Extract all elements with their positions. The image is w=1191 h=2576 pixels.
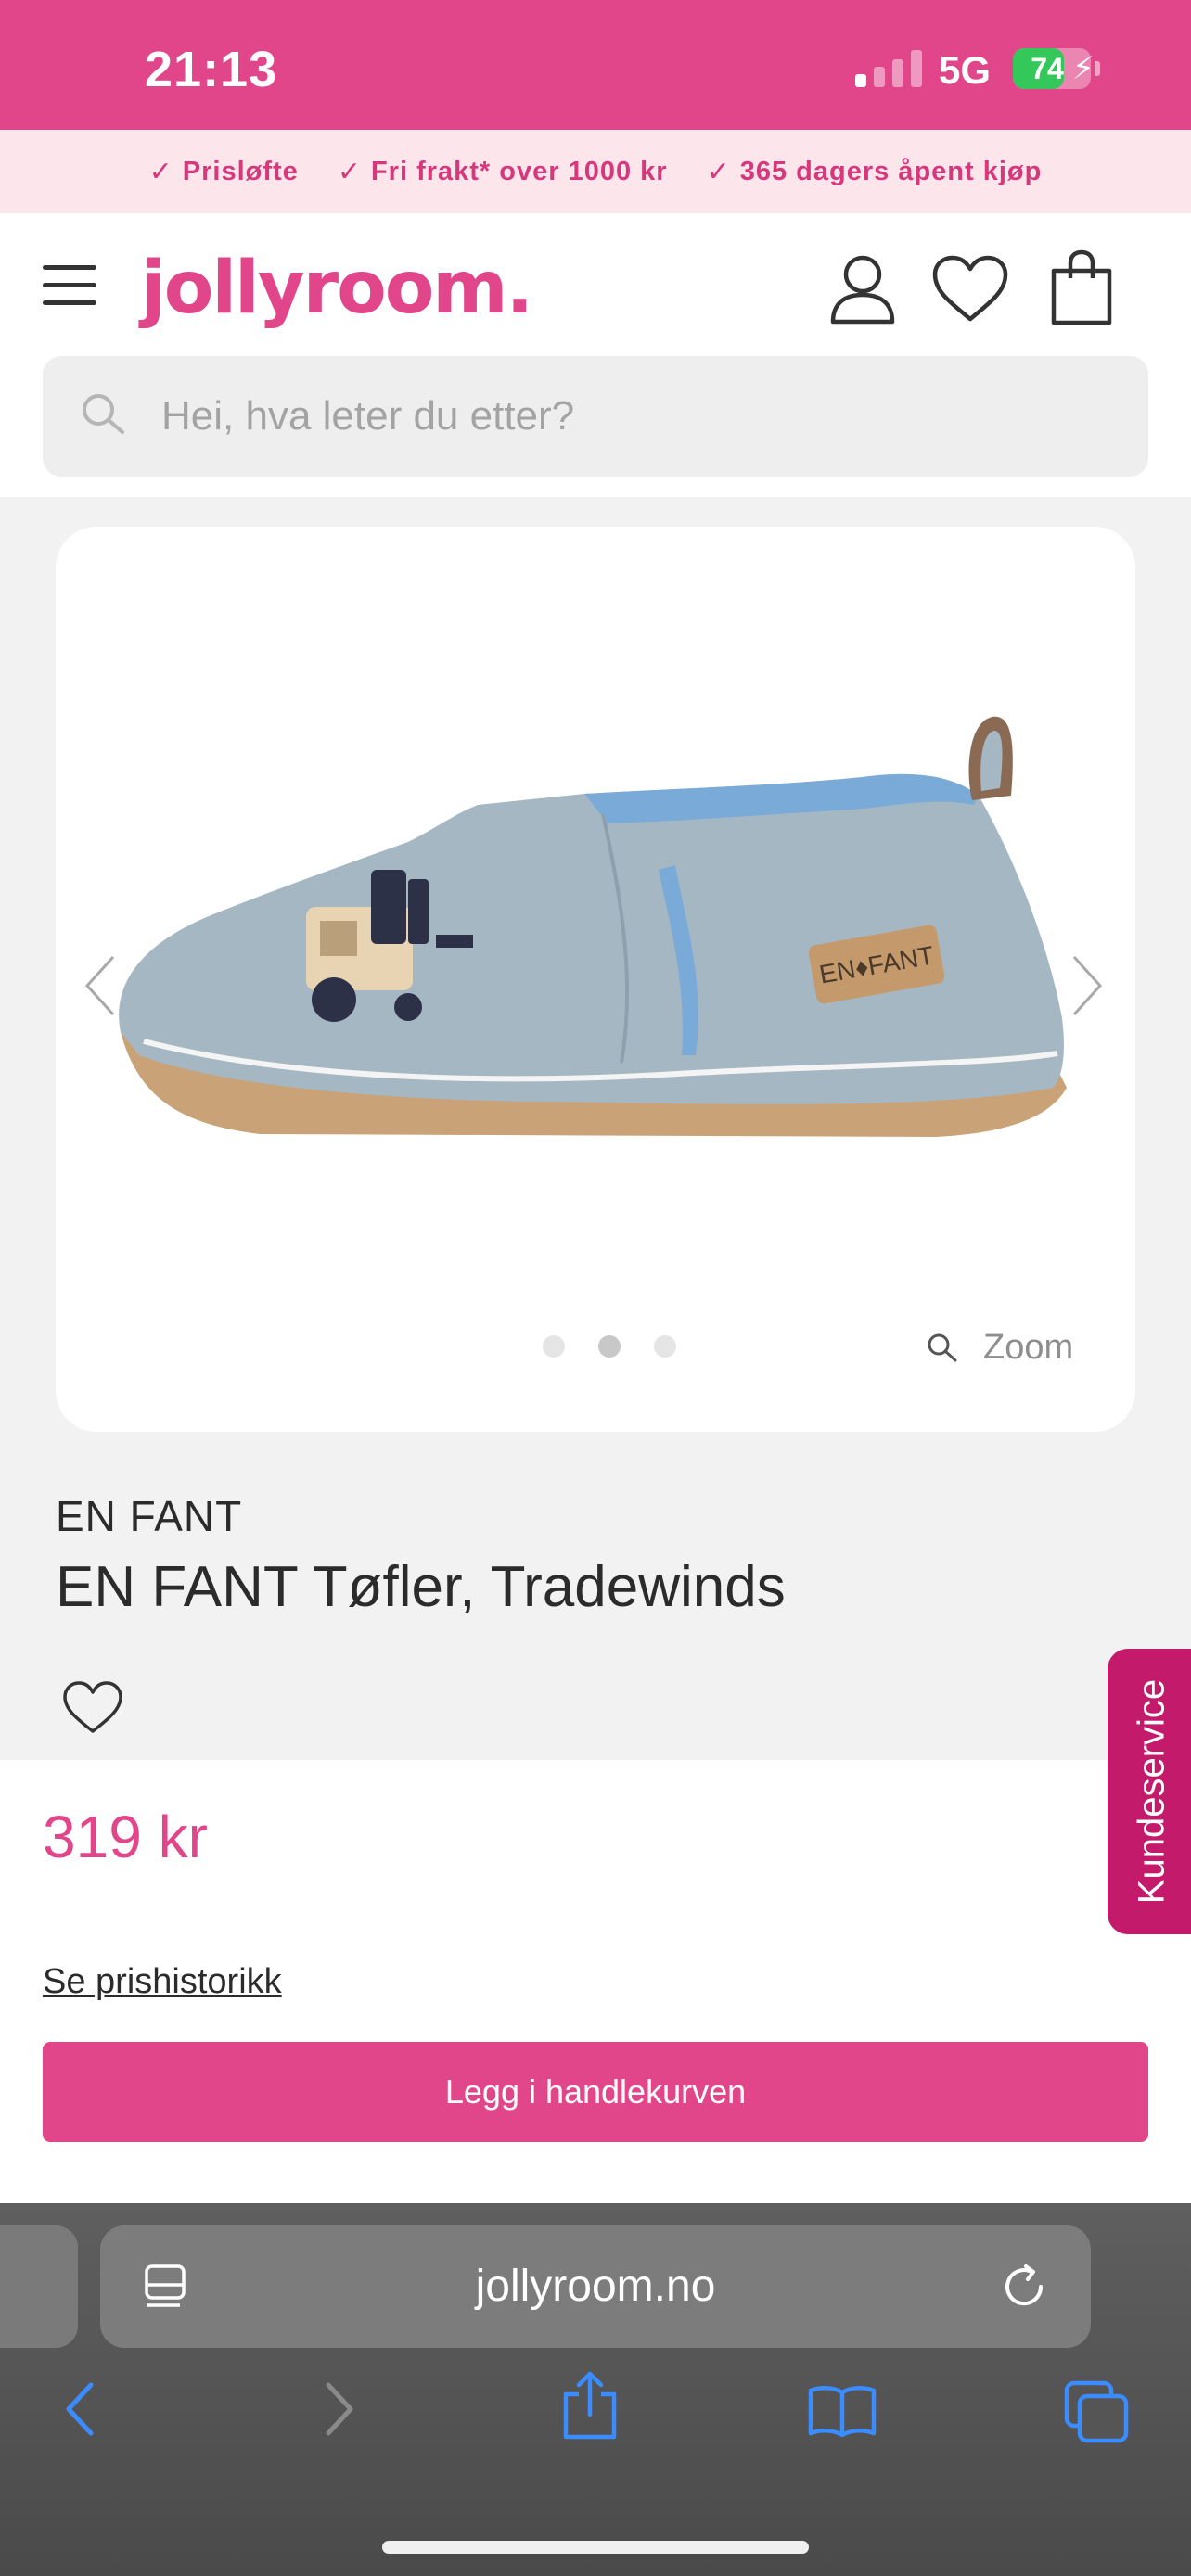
tabs-overview-icon[interactable] xyxy=(1063,2379,1130,2444)
product-image-shoe: EN♦FANT xyxy=(119,716,1067,1137)
reload-icon[interactable] xyxy=(1000,2263,1048,2311)
price-panel: 319 kr Se prishistorikk Legg i handlekur… xyxy=(0,1760,1191,2203)
search-input[interactable] xyxy=(161,356,1089,477)
charging-bolt-icon: ⚡ xyxy=(1072,51,1095,86)
magnifier-icon xyxy=(928,1333,957,1361)
product-brand[interactable]: EN FANT xyxy=(56,1491,242,1541)
share-icon[interactable] xyxy=(560,2370,620,2441)
gallery-dot[interactable] xyxy=(543,1335,565,1358)
customer-service-label: Kundeservice xyxy=(1131,1678,1172,1905)
back-arrow-icon[interactable] xyxy=(61,2379,98,2439)
promo-label: 365 dagers åpent kjøp xyxy=(739,156,1043,186)
promo-item: ✓ Prisløfte xyxy=(149,156,299,188)
search-bar[interactable] xyxy=(43,356,1148,477)
gallery-dot[interactable] xyxy=(654,1335,676,1358)
previous-tab-peek[interactable] xyxy=(0,2225,78,2348)
promo-item: ✓ Fri frakt* over 1000 kr xyxy=(338,156,668,188)
promo-label: Prisløfte xyxy=(182,156,299,186)
checkmark-icon: ✓ xyxy=(706,156,731,187)
site-header: jollyroom. xyxy=(0,213,1191,497)
add-to-cart-button[interactable]: Legg i handlekurven xyxy=(43,2042,1148,2142)
promo-strip: ✓ Prisløfte ✓ Fri frakt* over 1000 kr ✓ … xyxy=(0,130,1191,213)
account-icon[interactable] xyxy=(829,254,896,325)
status-time: 21:13 xyxy=(145,42,278,97)
battery-cap xyxy=(1095,61,1100,76)
address-bar[interactable]: jollyroom.no xyxy=(100,2225,1091,2348)
checkmark-icon: ✓ xyxy=(337,156,362,187)
gallery-pagination[interactable] xyxy=(543,1335,676,1358)
customer-service-tab[interactable]: Kundeservice xyxy=(1108,1649,1191,1934)
shopping-bag-icon[interactable] xyxy=(1050,249,1113,326)
zoom-button[interactable]: Zoom xyxy=(926,1328,1073,1368)
gallery-dot[interactable] xyxy=(598,1335,621,1358)
url-text: jollyroom.no xyxy=(475,2262,716,2311)
battery-percent: 74 xyxy=(1031,52,1064,85)
bookmarks-book-icon[interactable] xyxy=(807,2383,877,2439)
checkmark-icon: ✓ xyxy=(148,156,173,187)
promo-label: Fri frakt* over 1000 kr xyxy=(370,156,668,186)
jollyroom-logo[interactable]: jollyroom. xyxy=(141,247,533,330)
status-bar: 21:13 5G 74 ⚡ xyxy=(0,0,1191,130)
zoom-label: Zoom xyxy=(983,1328,1074,1367)
add-to-wishlist-heart-icon[interactable] xyxy=(61,1680,124,1736)
product-image-gallery[interactable]: EN♦FANT Zoom xyxy=(56,527,1135,1432)
wishlist-heart-icon[interactable] xyxy=(931,254,1009,325)
product-price: 319 kr xyxy=(43,1804,208,1870)
search-icon xyxy=(83,394,124,434)
home-indicator xyxy=(382,2541,809,2554)
forward-arrow-icon[interactable] xyxy=(321,2379,358,2439)
network-label: 5G xyxy=(939,48,992,92)
hamburger-menu-icon[interactable] xyxy=(43,265,96,306)
price-history-link[interactable]: Se prishistorikk xyxy=(43,1962,282,2002)
browser-chrome: jollyroom.no xyxy=(0,2203,1191,2576)
product-title: EN FANT Tøfler, Tradewinds xyxy=(56,1555,786,1619)
promo-item: ✓ 365 dagers åpent kjøp xyxy=(707,156,1043,188)
signal-strength-icon xyxy=(855,50,922,87)
